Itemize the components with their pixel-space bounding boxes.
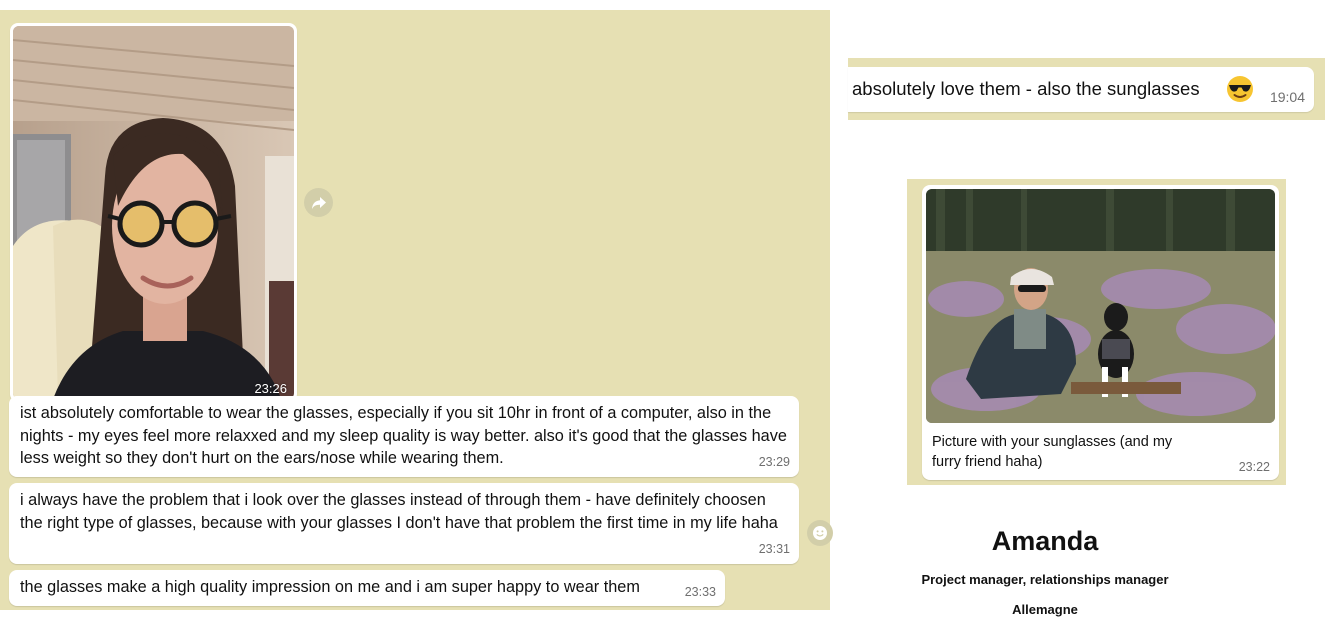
woman-with-dog-photo[interactable]	[926, 189, 1275, 423]
smiley-icon	[813, 526, 827, 540]
chat-message[interactable]: absolutely love them - also the sunglass…	[848, 67, 1314, 112]
message-text: ist absolutely comfortable to wear the g…	[20, 404, 787, 467]
message-timestamp: 23:29	[758, 454, 790, 469]
message-timestamp: 23:22	[1238, 460, 1270, 474]
picture-message-container: Picture with your sunglasses (and my fur…	[907, 179, 1286, 485]
sunglasses-emoji-icon	[1227, 76, 1253, 102]
profile-name: Amanda	[991, 526, 1099, 556]
chat-message[interactable]: ist absolutely comfortable to wear the g…	[9, 396, 799, 477]
chat-message[interactable]: i always have the problem that i look ov…	[9, 483, 799, 564]
reaction-button[interactable]	[807, 520, 833, 546]
chat-panel: 23:26 ist absolutely comfortable to wear…	[0, 10, 833, 610]
message-timestamp: 23:26	[254, 381, 287, 396]
message-text: absolutely love them - also the sunglass…	[852, 78, 1200, 99]
message-timestamp: 23:31	[758, 541, 790, 556]
picture-caption: Picture with your sunglasses (and my fur…	[932, 434, 1173, 470]
forward-arrow-icon	[311, 196, 326, 209]
message-text: the glasses make a high quality impressi…	[20, 578, 640, 596]
chat-strip: absolutely love them - also the sunglass…	[848, 58, 1325, 120]
forward-button[interactable]	[304, 188, 333, 217]
picture-message[interactable]: Picture with your sunglasses (and my fur…	[922, 185, 1279, 480]
profile-role: Project manager, relationships manager	[921, 572, 1169, 587]
selfie-photo[interactable]	[13, 26, 294, 399]
message-timestamp: 23:33	[684, 584, 716, 599]
profile-location: Allemagne	[1012, 602, 1078, 617]
message-text: i always have the problem that i look ov…	[20, 491, 778, 532]
photo-message[interactable]: 23:26	[10, 23, 297, 402]
message-timestamp: 19:04	[1269, 89, 1305, 105]
chat-message[interactable]: the glasses make a high quality impressi…	[9, 570, 725, 606]
